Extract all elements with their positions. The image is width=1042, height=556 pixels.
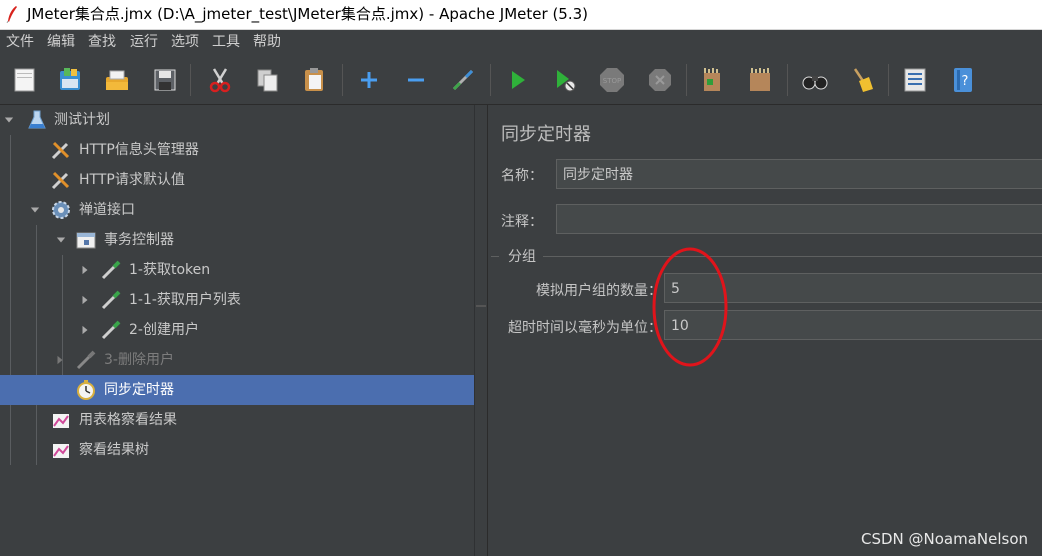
name-label: 名称： xyxy=(501,168,543,184)
chevron-right-icon[interactable] xyxy=(80,294,90,306)
start-icon[interactable] xyxy=(503,65,533,95)
menu-tools[interactable]: 工具 xyxy=(212,32,240,52)
tree-item-label: 同步定时器 xyxy=(104,382,174,398)
start-no-pause-icon[interactable] xyxy=(550,65,580,95)
window-title: JMeter集合点.jmx (D:\A_jmeter_test\JMeter集合… xyxy=(27,5,588,23)
test-plan-tree: 测试计划 HTTP信息头管理器 HTTP请求默认值 禅道接口 事务控制器 1-获… xyxy=(0,105,475,556)
chevron-right-icon[interactable] xyxy=(80,324,90,336)
tree-item-label: 用表格察看结果 xyxy=(79,412,177,428)
pipette-icon xyxy=(101,290,121,310)
menu-options[interactable]: 选项 xyxy=(171,32,199,52)
tree-item-label: 3-删除用户 xyxy=(104,352,174,368)
toolbar-separator xyxy=(888,64,889,96)
copy-icon[interactable] xyxy=(253,65,283,95)
annotation-circle xyxy=(652,247,728,367)
chevron-down-icon[interactable] xyxy=(30,204,40,216)
toolbar-separator xyxy=(787,64,788,96)
menu-edit[interactable]: 编辑 xyxy=(47,32,75,52)
tree-item-test-plan[interactable]: 测试计划 xyxy=(0,105,474,135)
chevron-down-icon[interactable] xyxy=(4,114,14,126)
paste-icon[interactable] xyxy=(300,65,330,95)
toggle-wand-icon[interactable] xyxy=(448,65,478,95)
new-plan-icon[interactable] xyxy=(10,65,40,95)
panel-title: 同步定时器 xyxy=(501,124,591,145)
expand-plus-icon[interactable] xyxy=(354,65,384,95)
pipette-icon xyxy=(101,320,121,340)
element-config-panel: 同步定时器 名称： 同步定时器 注释： 分组 模拟用户组的数量： 5 超时时间以… xyxy=(488,105,1042,556)
function-helper-icon[interactable] xyxy=(900,65,930,95)
group-border xyxy=(491,256,499,257)
tree-item-label: 1-1-获取用户列表 xyxy=(129,292,241,308)
menu-search[interactable]: 查找 xyxy=(88,32,116,52)
title-bar: JMeter集合点.jmx (D:\A_jmeter_test\JMeter集合… xyxy=(0,0,1042,30)
tree-item-sampler-disabled[interactable]: 3-删除用户 xyxy=(0,345,474,375)
toolbar-separator xyxy=(490,64,491,96)
tree-item-thread-group[interactable]: 禅道接口 xyxy=(0,195,474,225)
tree-item-header-manager[interactable]: HTTP信息头管理器 xyxy=(0,135,474,165)
toolbar-separator xyxy=(342,64,343,96)
tree-item-label: 事务控制器 xyxy=(104,232,174,248)
comment-label: 注释： xyxy=(501,214,543,230)
tree-item-label: 1-获取token xyxy=(129,262,211,278)
tree-item-listener[interactable]: 察看结果树 xyxy=(0,435,474,465)
shutdown-icon[interactable] xyxy=(645,65,675,95)
tree-item-sampler[interactable]: 1-1-获取用户列表 xyxy=(0,285,474,315)
name-field[interactable]: 同步定时器 xyxy=(556,159,1042,189)
chevron-right-icon[interactable] xyxy=(55,354,65,366)
toolbar-separator xyxy=(686,64,687,96)
tree-item-sync-timer[interactable]: 同步定时器 xyxy=(0,375,474,405)
menu-help[interactable]: 帮助 xyxy=(253,32,281,52)
reset-search-broom-icon[interactable] xyxy=(847,65,877,95)
menu-file[interactable]: 文件 xyxy=(6,32,34,52)
search-binoculars-icon[interactable] xyxy=(800,65,830,95)
pipette-icon xyxy=(101,260,121,280)
menu-bar: 文件 编辑 查找 运行 选项 工具 帮助 xyxy=(0,30,1042,54)
help-icon[interactable]: ? xyxy=(948,65,978,95)
tree-item-label: HTTP请求默认值 xyxy=(79,172,185,188)
tree-item-transaction-controller[interactable]: 事务控制器 xyxy=(0,225,474,255)
group-border xyxy=(543,256,1042,257)
wrench-icon xyxy=(51,141,70,160)
group-title: 分组 xyxy=(508,249,536,265)
clear-broom-icon[interactable] xyxy=(697,65,727,95)
tree-item-http-defaults[interactable]: HTTP请求默认值 xyxy=(0,165,474,195)
collapse-minus-icon[interactable] xyxy=(401,65,431,95)
clear-all-icon[interactable] xyxy=(745,65,775,95)
comment-field[interactable] xyxy=(556,204,1042,234)
toolbar-separator xyxy=(190,64,191,96)
templates-icon[interactable] xyxy=(55,65,85,95)
tree-item-label: HTTP信息头管理器 xyxy=(79,142,199,158)
tree-item-label: 察看结果树 xyxy=(79,442,149,458)
graph-icon xyxy=(53,444,69,458)
flask-icon xyxy=(28,110,46,129)
save-icon[interactable] xyxy=(150,65,180,95)
timeout-label: 超时时间以毫秒为单位： xyxy=(508,320,662,336)
tree-item-label: 测试计划 xyxy=(54,112,110,128)
tree-item-sampler[interactable]: 1-获取token xyxy=(0,255,474,285)
tree-item-sampler[interactable]: 2-创建用户 xyxy=(0,315,474,345)
splitter-grip[interactable] xyxy=(476,305,486,307)
tree-item-listener[interactable]: 用表格察看结果 xyxy=(0,405,474,435)
tree-item-label: 2-创建用户 xyxy=(129,322,199,338)
toolbar: STOP ? xyxy=(0,56,1042,105)
menu-run[interactable]: 运行 xyxy=(130,32,158,52)
svg-text:STOP: STOP xyxy=(603,77,621,85)
svg-text:?: ? xyxy=(962,74,969,89)
gear-icon xyxy=(52,201,70,219)
watermark: CSDN @NoamaNelson xyxy=(861,530,1029,548)
tree-item-label: 禅道接口 xyxy=(79,202,135,218)
graph-icon xyxy=(53,414,69,428)
chevron-right-icon[interactable] xyxy=(80,264,90,276)
controller-icon xyxy=(76,232,96,249)
stop-icon[interactable]: STOP xyxy=(597,65,627,95)
chevron-down-icon[interactable] xyxy=(56,234,66,246)
cut-icon[interactable] xyxy=(205,65,235,95)
open-folder-icon[interactable] xyxy=(102,65,132,95)
pipette-icon xyxy=(76,350,96,370)
split-pane-divider[interactable] xyxy=(475,105,488,556)
wrench-icon xyxy=(51,171,70,190)
users-count-label: 模拟用户组的数量： xyxy=(536,283,662,299)
timer-icon xyxy=(77,380,95,400)
jmeter-feather-icon xyxy=(6,6,17,23)
